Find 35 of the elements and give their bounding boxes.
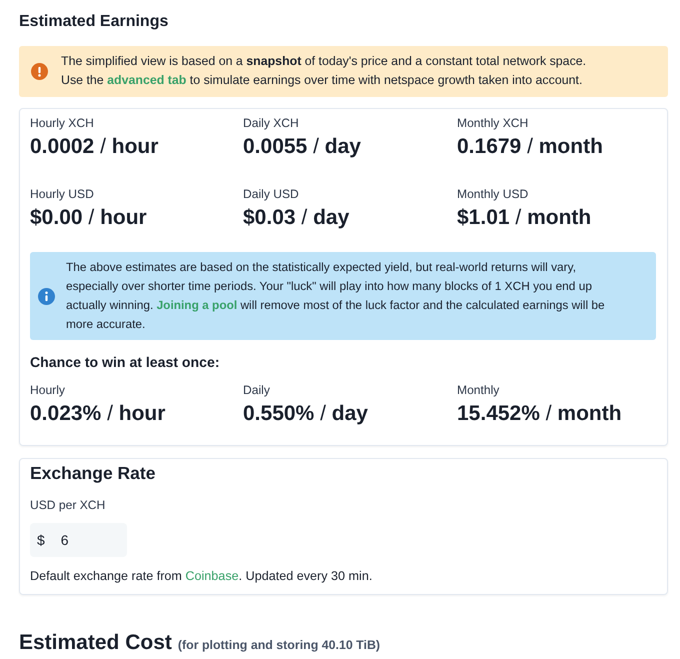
link[interactable]: Joining a pool xyxy=(156,298,238,312)
stat-value: 0.0055 / day xyxy=(243,134,362,160)
field-label: USD per XCH xyxy=(30,497,106,513)
section-title: Estimated Earnings xyxy=(19,12,170,32)
section-subtitle: (for plotting and storing 40.10 TiB) xyxy=(178,638,380,652)
stat-label: Monthly xyxy=(457,382,500,398)
stat-label: Monthly XCH xyxy=(457,115,530,131)
stat-label: Hourly xyxy=(30,382,66,398)
stat-label: Hourly USD xyxy=(30,186,95,202)
alert-text: Use the advanced tab to simulate earnings over time with netspace growth taken into account. xyxy=(61,72,584,89)
stat-value: 0.0002 / hour xyxy=(30,134,160,160)
chance-heading: Chance to win at least once: xyxy=(30,353,221,371)
stat-value: 0.550% / day xyxy=(243,401,369,427)
stat-value: 15.452% / month xyxy=(457,401,623,427)
link[interactable]: Coinbase xyxy=(185,569,239,583)
stat-label: Hourly XCH xyxy=(30,115,95,131)
stat-label: Daily XCH xyxy=(243,115,300,131)
warning-icon xyxy=(31,62,48,80)
note-text: Default exchange rate from Coinbase. Updated every 30 min. xyxy=(30,568,374,584)
stat-value: 0.1679 / month xyxy=(457,134,604,160)
stat-label: Monthly USD xyxy=(457,186,530,202)
currency-prefix: $ xyxy=(30,523,53,557)
stat-value: 0.023% / hour xyxy=(30,401,166,427)
alert-text: The simplified view is based on a snapshot of today's price and a constant total network space. xyxy=(61,53,586,70)
price-input[interactable]: 6 xyxy=(52,523,127,557)
link[interactable]: advanced tab xyxy=(107,73,186,87)
stat-value: $0.00 / hour xyxy=(30,205,148,231)
stat-label: Daily xyxy=(243,382,271,398)
stat-value: $1.01 / month xyxy=(457,205,592,231)
alert-text: The above estimates are based on the statistically expected yield, but real-world returns will vary, especially over shorter time periods. Your "luck" will play into how many blocks of 1 XCH you end up actually winning. Joining a pool will remove most of the luck factor and the calculated earnings will be more accurate. xyxy=(66,259,606,333)
card-title: Exchange Rate xyxy=(30,462,156,484)
info-icon xyxy=(38,288,55,304)
stat-label: Daily USD xyxy=(243,186,300,202)
stat-value: $0.03 / day xyxy=(243,205,350,231)
section-title: Estimated Cost xyxy=(19,631,172,654)
